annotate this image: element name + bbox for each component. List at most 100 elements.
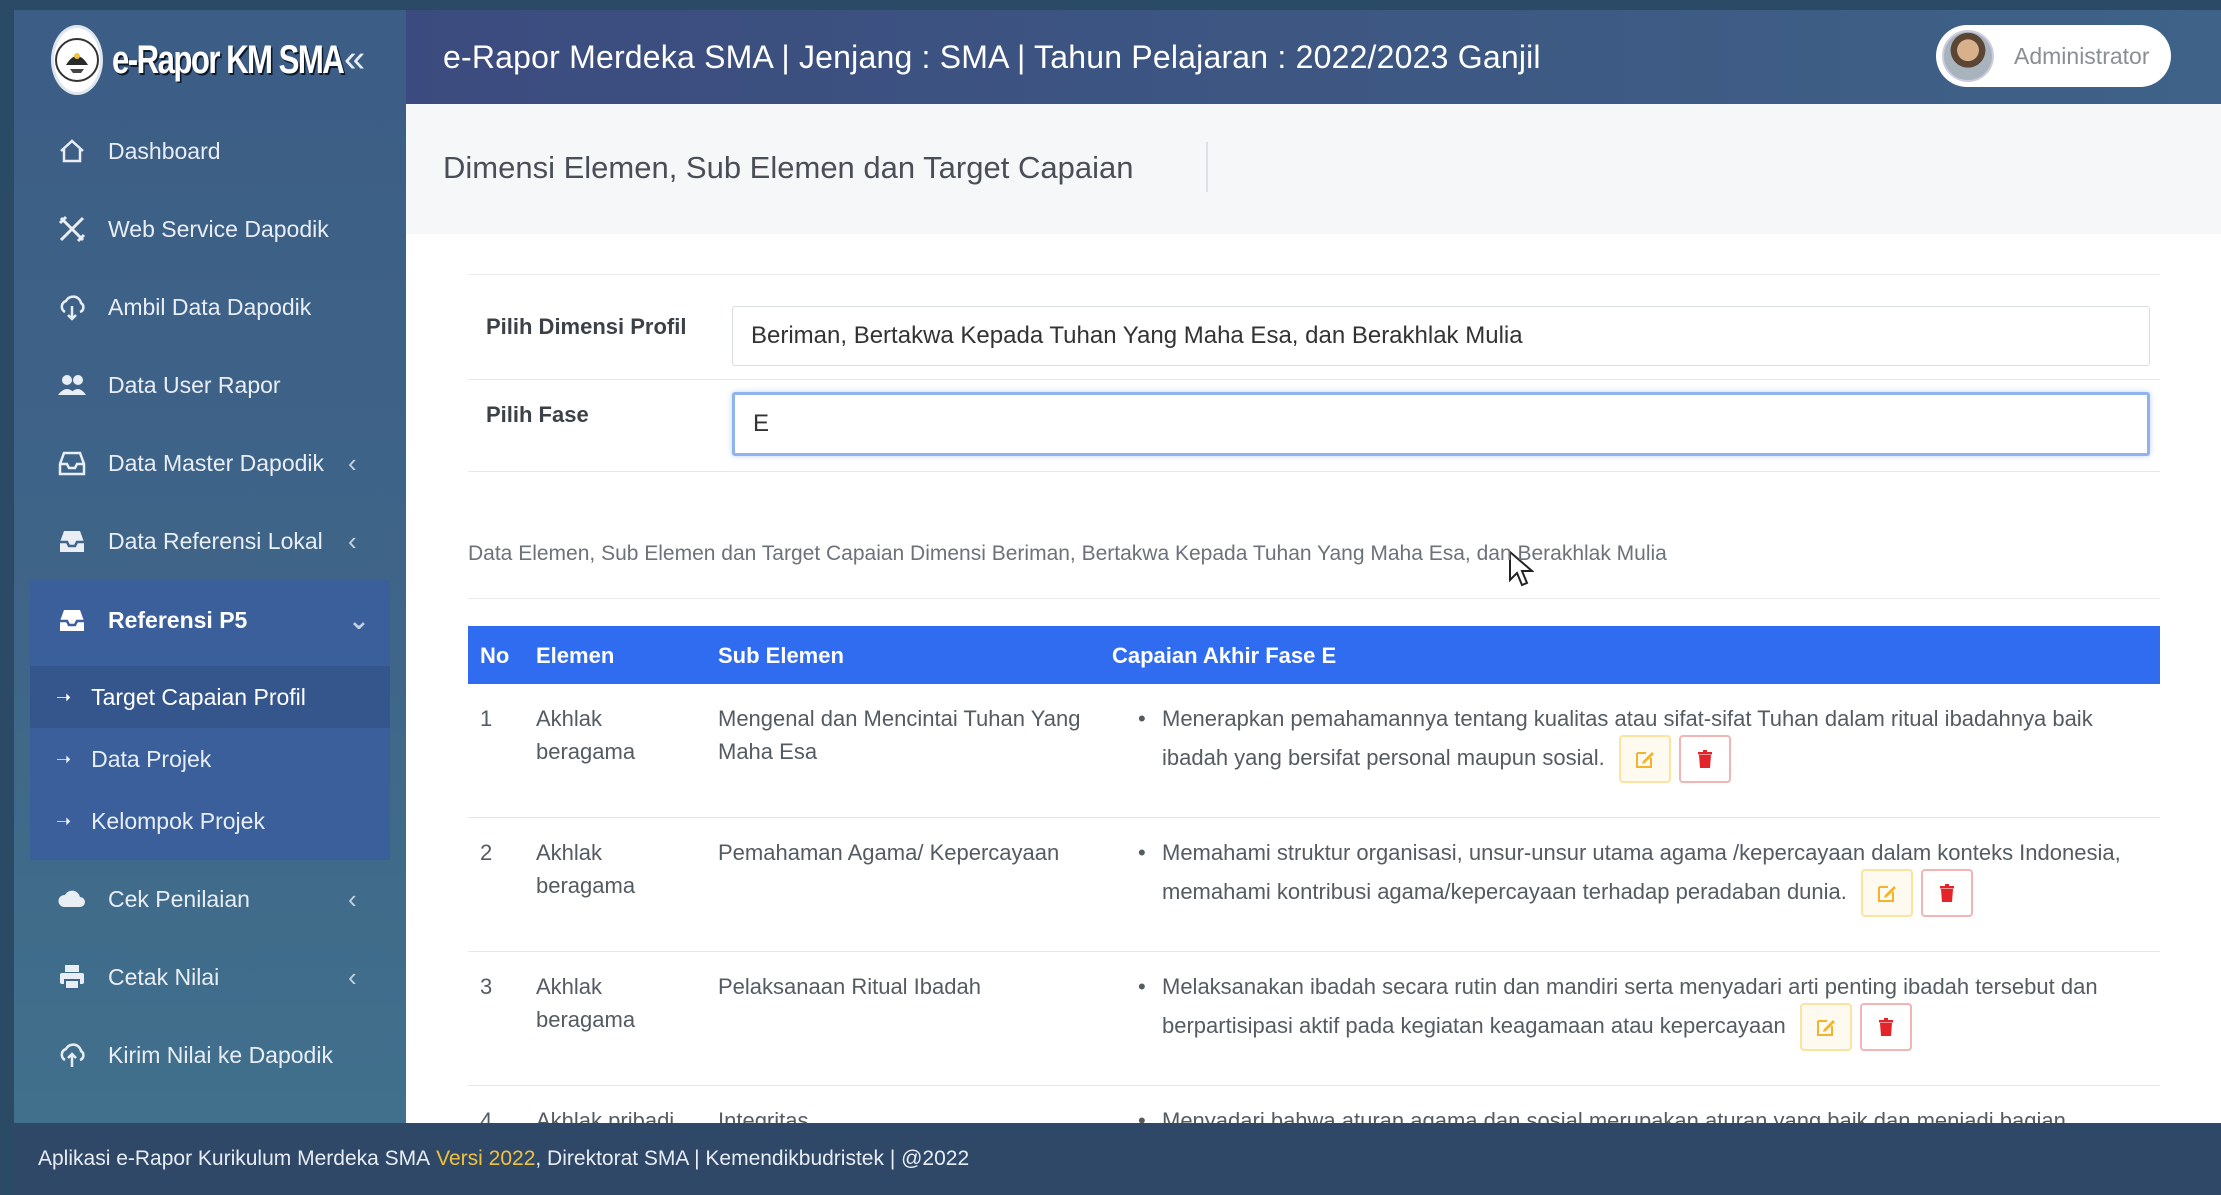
sidebar-subitem-target-capaian-profil[interactable]: ➝ Target Capaian Profil — [30, 666, 390, 728]
sidebar-item-kirim-nilai-ke-dapodik[interactable]: Kirim Nilai ke Dapodik — [14, 1016, 406, 1094]
form-row-dimensi: Pilih Dimensi Profil Beriman, Bertakwa K… — [468, 294, 2160, 380]
cell-elemen: Akhlak pribadi — [536, 1108, 675, 1123]
cell-no: 2 — [480, 840, 493, 865]
sidebar-item-label: Dashboard — [108, 137, 221, 164]
page-title: Dimensi Elemen, Sub Elemen dan Target Ca… — [443, 150, 1134, 185]
home-icon — [52, 135, 92, 167]
page-header: Dimensi Elemen, Sub Elemen dan Target Ca… — [406, 104, 2221, 234]
chevron-down-icon: ⌄ — [348, 604, 370, 635]
trash-icon — [1940, 884, 1955, 902]
capaian-text: Melaksanakan ibadah secara rutin dan man… — [1162, 974, 2098, 1038]
cell-no: 4 — [480, 1108, 493, 1123]
double-chevron-left-icon[interactable]: « — [344, 40, 365, 78]
divider — [468, 274, 2160, 275]
cell-elemen: Akhlak beragama — [536, 840, 636, 898]
col-header-elemen: Elemen — [536, 643, 615, 668]
user-menu-button[interactable]: Administrator — [1936, 25, 2171, 87]
main-content: Dimensi Elemen, Sub Elemen dan Target Ca… — [406, 104, 2221, 1123]
footer-version: Versi 2022 — [436, 1147, 536, 1170]
sidebar-item-ambil-data-dapodik[interactable]: Ambil Data Dapodik — [14, 268, 406, 346]
sidebar-subitem-label: Kelompok Projek — [91, 807, 265, 834]
cloud-upload-icon — [52, 1039, 92, 1071]
sidebar-item-label: Data User Rapor — [108, 371, 281, 398]
edit-icon — [1635, 752, 1654, 768]
cell-elemen: Akhlak beragama — [536, 974, 636, 1032]
sidebar-item-referensi-p5[interactable]: Referensi P5 ⌄ — [30, 580, 390, 660]
edit-icon — [1878, 886, 1897, 902]
table-row: 3 Akhlak beragama Pelaksanaan Ritual Iba… — [468, 952, 2160, 1086]
sidebar-menu: Dashboard Web Service Dapodik Ambil Data… — [14, 112, 406, 660]
sidebar-item-web-service-dapodik[interactable]: Web Service Dapodik — [14, 190, 406, 268]
sidebar-item-dashboard[interactable]: Dashboard — [14, 112, 406, 190]
delete-button[interactable] — [1921, 869, 1974, 917]
sidebar-item-label: Data Referensi Lokal — [108, 527, 323, 554]
printer-icon — [52, 961, 92, 993]
edit-icon — [1816, 1020, 1835, 1036]
sidebar-item-data-referensi-lokal[interactable]: Data Referensi Lokal ‹ — [14, 502, 406, 580]
sidebar-item-cek-penilaian[interactable]: Cek Penilaian ‹ — [14, 860, 406, 938]
sidebar-item-data-user-rapor[interactable]: Data User Rapor — [14, 346, 406, 424]
table-row: 4 Akhlak pribadi Integritas • Menyadari … — [468, 1086, 2160, 1123]
bullet-icon: • — [1138, 1108, 1146, 1123]
sidebar-item-label: Cek Penilaian — [108, 885, 250, 912]
col-header-sub-elemen: Sub Elemen — [718, 643, 844, 668]
sidebar-item-label: Kirim Nilai ke Dapodik — [108, 1041, 333, 1068]
arrow-right-icon: ➝ — [56, 748, 72, 769]
delete-button[interactable] — [1859, 1003, 1912, 1051]
table-header: No Elemen Sub Elemen Capaian Akhir Fase … — [468, 626, 2160, 684]
user-name: Administrator — [2014, 42, 2150, 69]
cell-sub-elemen: Integritas — [718, 1108, 809, 1123]
capaian-table: No Elemen Sub Elemen Capaian Akhir Fase … — [468, 626, 2160, 1123]
cloud-icon — [52, 883, 92, 915]
edit-button[interactable] — [1799, 1003, 1852, 1051]
capaian-text: Memahami struktur organisasi, unsur-unsu… — [1162, 840, 2121, 904]
col-header-no: No — [480, 643, 510, 668]
inbox-icon — [52, 525, 92, 557]
sidebar-item-data-master-dapodik[interactable]: Data Master Dapodik ‹ — [14, 424, 406, 502]
cell-sub-elemen: Pelaksanaan Ritual Ibadah — [718, 974, 981, 999]
fase-select[interactable]: E — [732, 392, 2150, 456]
sidebar-item-label: Web Service Dapodik — [108, 215, 329, 242]
cell-no: 3 — [480, 974, 493, 999]
sidebar-item-cetak-nilai[interactable]: Cetak Nilai ‹ — [14, 938, 406, 1016]
dimensi-label: Pilih Dimensi Profil — [486, 314, 687, 339]
app-context-title: e-Rapor Merdeka SMA | Jenjang : SMA | Ta… — [443, 38, 1541, 75]
tut-wuri-logo-icon — [54, 28, 100, 92]
arrow-right-icon: ➝ — [56, 686, 72, 707]
sidebar-item-label: Data Master Dapodik — [108, 449, 325, 476]
sidebar-subitem-data-projek[interactable]: ➝ Data Projek — [30, 728, 390, 790]
chevron-left-icon: ‹ — [348, 525, 357, 556]
chevron-left-icon: ‹ — [348, 883, 357, 914]
cell-no: 1 — [480, 706, 493, 731]
sidebar-subitem-kelompok-projek[interactable]: ➝ Kelompok Projek — [30, 790, 390, 852]
brand-name: e-Rapor KM SMA — [112, 37, 345, 82]
col-header-capaian: Capaian Akhir Fase E — [1112, 643, 1337, 668]
cell-capaian: • Memahami struktur organisasi, unsur-un… — [1138, 836, 2138, 917]
form-row-fase: Pilih Fase E — [468, 380, 2160, 472]
submenu-referensi-p5: ➝ Target Capaian Profil ➝ Data Projek ➝ … — [30, 660, 390, 860]
cloud-download-icon — [52, 291, 92, 323]
chevron-left-icon: ‹ — [348, 447, 357, 478]
sidebar-subitem-label: Data Projek — [91, 745, 212, 772]
divider — [468, 598, 2160, 599]
delete-button[interactable] — [1678, 735, 1731, 783]
dimensi-profil-select[interactable]: Beriman, Bertakwa Kepada Tuhan Yang Maha… — [732, 306, 2150, 366]
sidebar-item-label: Ambil Data Dapodik — [108, 293, 312, 320]
edit-button[interactable] — [1861, 869, 1914, 917]
cell-sub-elemen: Pemahaman Agama/ Kepercayaan — [718, 840, 1060, 865]
edit-button[interactable] — [1618, 735, 1671, 783]
bullet-icon: • — [1138, 974, 1146, 999]
table-row: 2 Akhlak beragama Pemahaman Agama/ Keper… — [468, 818, 2160, 952]
bullet-icon: • — [1138, 840, 1146, 865]
title-divider — [1206, 142, 1208, 192]
fase-label: Pilih Fase — [486, 402, 589, 427]
brand[interactable]: e-Rapor KM SMA « — [14, 10, 406, 110]
cell-capaian: • Menerapkan pemahamannya tentang kualit… — [1138, 702, 2138, 783]
sidebar-item-label: Cetak Nilai — [108, 963, 220, 990]
trash-icon — [1697, 750, 1712, 768]
inbox-icon — [52, 604, 92, 636]
chevron-left-icon: ‹ — [348, 961, 357, 992]
users-icon — [52, 369, 92, 401]
footer-credits: , Direktorat SMA | Kemendikbudristek | @… — [535, 1147, 970, 1170]
footer-app-text: Aplikasi e-Rapor Kurikulum Merdeka SMA — [38, 1147, 431, 1170]
